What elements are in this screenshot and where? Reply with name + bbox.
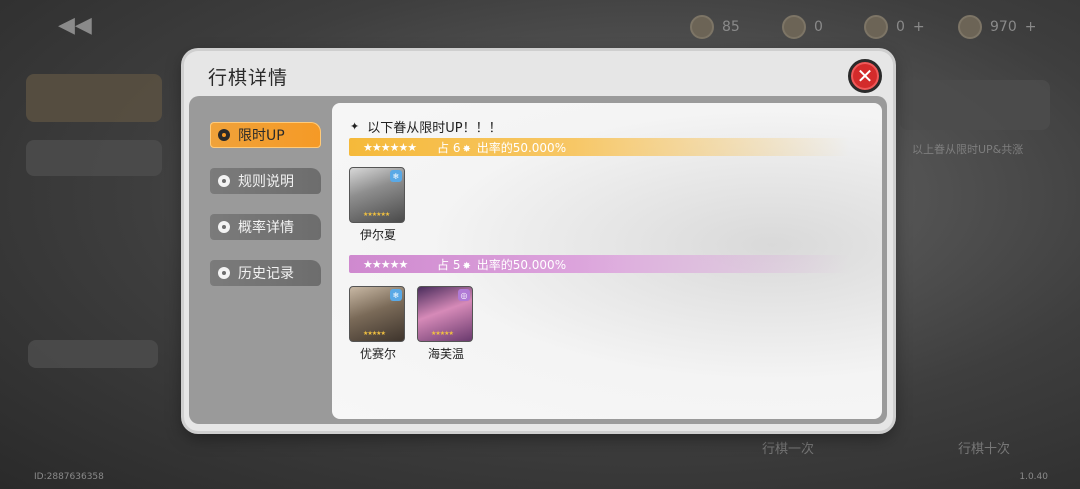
bg-banner-card: [26, 140, 162, 176]
mini-stars-icon: ★★★★★: [363, 330, 386, 337]
resource-ticket: 0 +: [864, 14, 925, 40]
add-ticket-icon[interactable]: +: [913, 19, 925, 35]
star-burst-icon: ✸: [462, 143, 471, 155]
gear-coin-icon: [690, 15, 714, 39]
character-name: 优赛尔: [359, 347, 396, 361]
limited-up-panel: ✦ 以下眷从限时UP！！！ ★★★★★★ 占 6 ✸ 出率的50.000% ❄ ★…: [332, 103, 882, 419]
resource-token: 0: [782, 14, 823, 40]
ticket-icon: [864, 15, 888, 39]
character-name: 伊尔夏: [359, 228, 396, 242]
panel-heading-text: 以下眷从限时UP！！！: [367, 121, 502, 136]
tab-rules[interactable]: 规则说明: [210, 168, 321, 194]
tab-history[interactable]: 历史记录: [210, 260, 321, 286]
character-card[interactable]: ❄ ★★★★★ 优赛尔: [349, 286, 407, 362]
rarity-rate-text: 占 5 ✸ 出率的50.000%: [437, 257, 567, 272]
tab-bullet-icon: [218, 221, 230, 233]
panel-heading: ✦ 以下眷从限时UP！！！: [350, 117, 502, 136]
draw-once-button[interactable]: 行棋一次: [762, 438, 814, 457]
star-burst-icon: ✸: [462, 260, 471, 272]
bg-side-note: 以上眷从限时UP&共涨: [912, 143, 1024, 156]
rarity-5-bar: ★★★★★ 占 5 ✸ 出率的50.000%: [349, 255, 849, 273]
draw-ten-button[interactable]: 行棋十次: [958, 438, 1010, 457]
element-ice-icon: ❄: [390, 289, 402, 301]
character-portrait: ❄ ★★★★★★: [349, 167, 405, 223]
rarity-stars: ★★★★★★: [363, 140, 417, 154]
sparkle-icon: ✦: [350, 120, 360, 133]
character-card[interactable]: ❄ ★★★★★★ 伊尔夏: [349, 167, 407, 243]
tab-label: 限时UP: [238, 128, 285, 144]
tab-limited-up[interactable]: 限时UP: [210, 122, 321, 148]
character-portrait: ◎ ★★★★★: [417, 286, 473, 342]
character-name: 海芙温: [427, 347, 464, 361]
bg-banner-card: [26, 74, 162, 122]
resource-gear-coin: 85: [690, 14, 740, 40]
back-arrow-icon[interactable]: ◀◀: [58, 14, 92, 38]
tab-probability[interactable]: 概率详情: [210, 214, 321, 240]
user-id: ID:2887636358: [34, 472, 104, 482]
bg-banner-card: [28, 340, 158, 368]
crystal-icon: [958, 15, 982, 39]
tab-label: 概率详情: [238, 220, 294, 236]
tab-label: 历史记录: [238, 266, 294, 282]
tab-label: 规则说明: [238, 174, 294, 190]
mini-stars-icon: ★★★★★★: [363, 211, 390, 218]
character-portrait: ❄ ★★★★★: [349, 286, 405, 342]
version-label: 1.0.40: [1019, 472, 1048, 482]
bg-character-strip: [900, 80, 1050, 130]
character-card[interactable]: ◎ ★★★★★ 海芙温: [417, 286, 475, 362]
details-dialog: 行棋详情 ✕ 限时UP 规则说明 概率详情 历史记录 ✦ 以下眷从限时UP！！！: [184, 51, 893, 431]
dialog-body: 限时UP 规则说明 概率详情 历史记录 ✦ 以下眷从限时UP！！！ ★★★★★★…: [189, 96, 887, 424]
tab-bullet-icon: [218, 267, 230, 279]
dialog-title: 行棋详情: [208, 67, 289, 89]
token-icon: [782, 15, 806, 39]
rarity-stars: ★★★★★: [363, 257, 408, 271]
tab-bullet-icon: [218, 129, 230, 141]
element-ice-icon: ❄: [390, 170, 402, 182]
tab-bullet-icon: [218, 175, 230, 187]
add-crystal-icon[interactable]: +: [1025, 19, 1037, 35]
rarity-6-bar: ★★★★★★ 占 6 ✸ 出率的50.000%: [349, 138, 849, 156]
close-button[interactable]: ✕: [848, 59, 882, 93]
resource-crystal: 970 +: [958, 14, 1036, 40]
mini-stars-icon: ★★★★★: [431, 330, 454, 337]
element-arcane-icon: ◎: [458, 289, 470, 301]
rarity-rate-text: 占 6 ✸ 出率的50.000%: [437, 140, 567, 155]
close-icon: ✕: [856, 64, 874, 88]
